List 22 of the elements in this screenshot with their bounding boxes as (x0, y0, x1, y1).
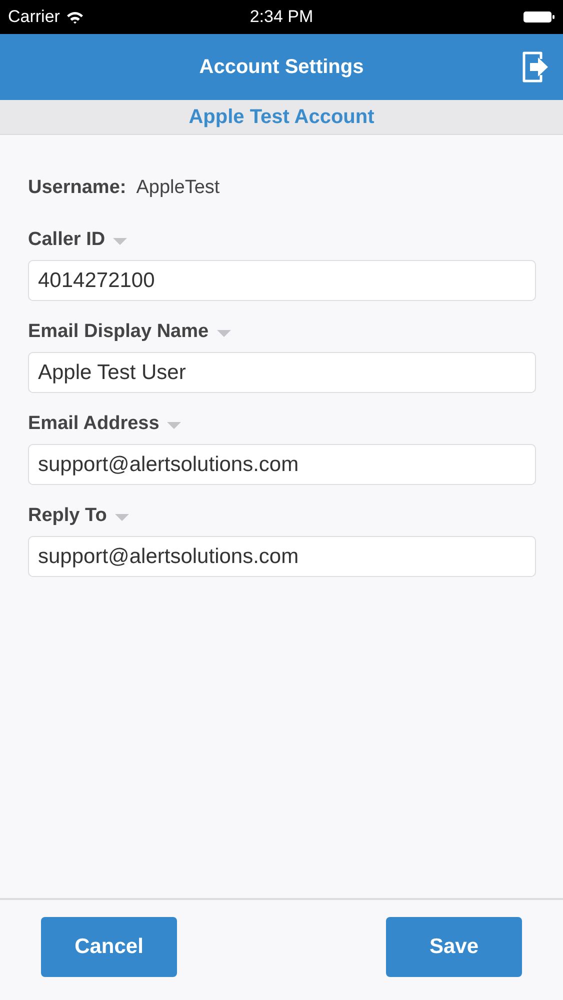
caret-icon[interactable] (167, 422, 182, 430)
field-label: Email Address (28, 413, 160, 435)
battery-icon (523, 10, 555, 24)
username-value: AppleTest (136, 177, 220, 199)
save-button[interactable]: Save (386, 917, 522, 977)
wifi-icon (66, 10, 84, 24)
carrier-name: Carrier (8, 7, 60, 27)
field-label: Caller ID (28, 229, 106, 251)
status-time: 2:34 PM (250, 7, 314, 27)
cancel-button[interactable]: Cancel (41, 917, 177, 977)
input-field[interactable]: 4014272100 (28, 260, 536, 301)
field-label: Reply To (28, 505, 107, 527)
caret-icon[interactable] (113, 238, 128, 246)
caret-icon[interactable] (216, 330, 231, 338)
caret-icon[interactable] (114, 514, 129, 522)
username-label: Username: (28, 177, 126, 199)
input-field[interactable]: support@alertsolutions.com (28, 444, 536, 485)
account-name: Apple Test Account (188, 106, 374, 128)
input-field[interactable]: support@alertsolutions.com (28, 536, 536, 577)
field-label: Email Display Name (28, 321, 209, 343)
screen-title: Account Settings (199, 56, 364, 78)
input-field[interactable]: Apple Test User (28, 352, 536, 393)
